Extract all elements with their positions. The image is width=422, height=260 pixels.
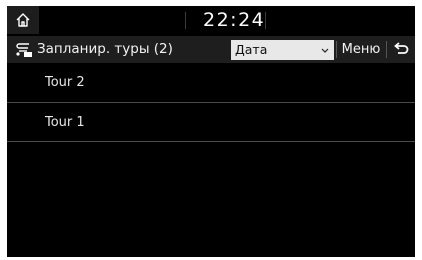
tour-label: Tour 2 [45,75,85,90]
clock: 22:24 [203,9,266,31]
back-button[interactable] [387,38,415,61]
tour-label: Tour 1 [45,114,85,130]
header-divider [336,41,337,58]
header-bar: Запланир. туры (2) Дата Меню [7,36,415,63]
sort-selected-value: Дата [235,42,268,57]
route-icon [16,43,32,57]
status-divider [265,12,266,29]
menu-button[interactable]: Меню [338,38,384,61]
list-item[interactable]: Tour 1 [7,103,415,142]
home-button[interactable] [7,6,39,34]
status-divider [185,12,186,29]
home-icon [16,13,30,27]
chevron-down-icon [321,48,329,53]
nav-screen: 22:24 Запланир. туры (2) Дата Меню Tour … [7,6,415,257]
list-item[interactable]: Tour 2 [7,63,415,103]
sort-dropdown[interactable]: Дата [231,40,334,60]
back-arrow-icon [394,41,409,54]
status-bar: 22:24 [7,6,415,34]
tour-list: Tour 2 Tour 1 [7,63,415,142]
page-title: Запланир. туры (2) [37,41,173,57]
